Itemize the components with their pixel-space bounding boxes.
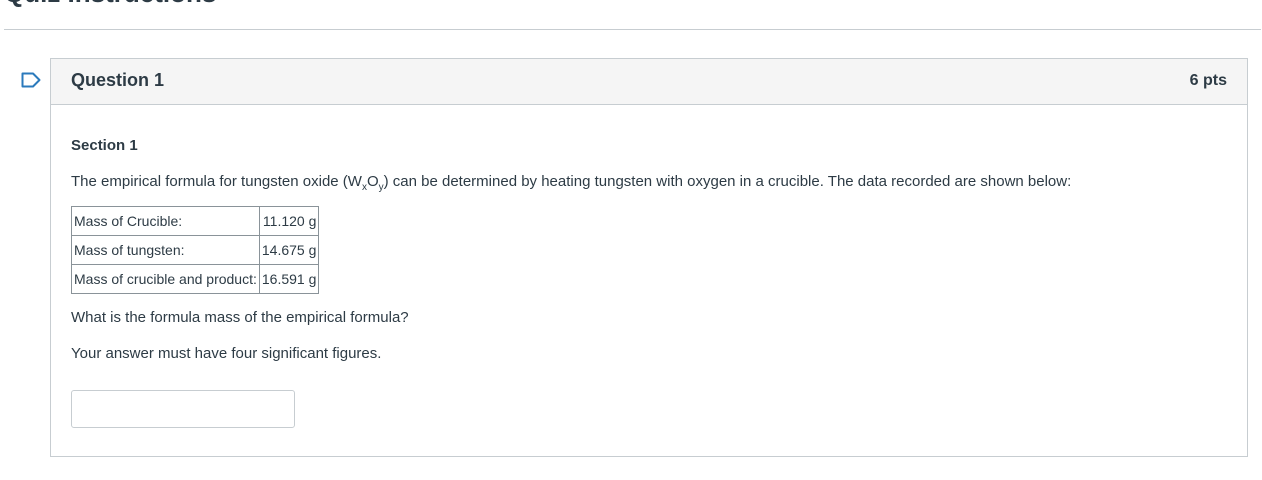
data-table: Mass of Crucible: 11.120 g Mass of tungs… [71,206,320,294]
question-card: Question 1 6 pts Section 1 The empirical… [50,58,1248,457]
question-header: Question 1 6 pts [51,59,1247,105]
table-cell-value: 16.591 g [258,264,320,294]
question-note: Your answer must have four significant f… [71,345,382,362]
prompt-after: ) can be determined by heating tungsten … [383,173,1072,190]
table-row: Mass of tungsten: 14.675 g [71,235,320,265]
table-cell-label: Mass of crucible and product: [71,264,260,294]
table-cell-value: 11.120 g [258,206,320,236]
question-prompt: The empirical formula for tungsten oxide… [71,173,1071,193]
question-points: 6 pts [1189,72,1227,89]
heading-divider [4,29,1261,30]
table-cell-value: 14.675 g [258,235,320,265]
section-label: Section 1 [71,137,138,154]
prompt-before: The empirical formula for tungsten oxide… [71,173,362,190]
table-cell-label: Mass of Crucible: [71,206,260,236]
question-ask: What is the formula mass of the empirica… [71,309,409,326]
prompt-mid: O [366,173,379,190]
table-row: Mass of Crucible: 11.120 g [71,206,320,236]
page-title: Quiz Instructions [4,0,216,9]
answer-input[interactable] [71,390,295,428]
question-title: Question 1 [71,70,165,90]
table-row: Mass of crucible and product: 16.591 g [71,264,320,294]
table-cell-label: Mass of tungsten: [71,235,260,265]
flag-question-icon[interactable] [21,72,41,88]
